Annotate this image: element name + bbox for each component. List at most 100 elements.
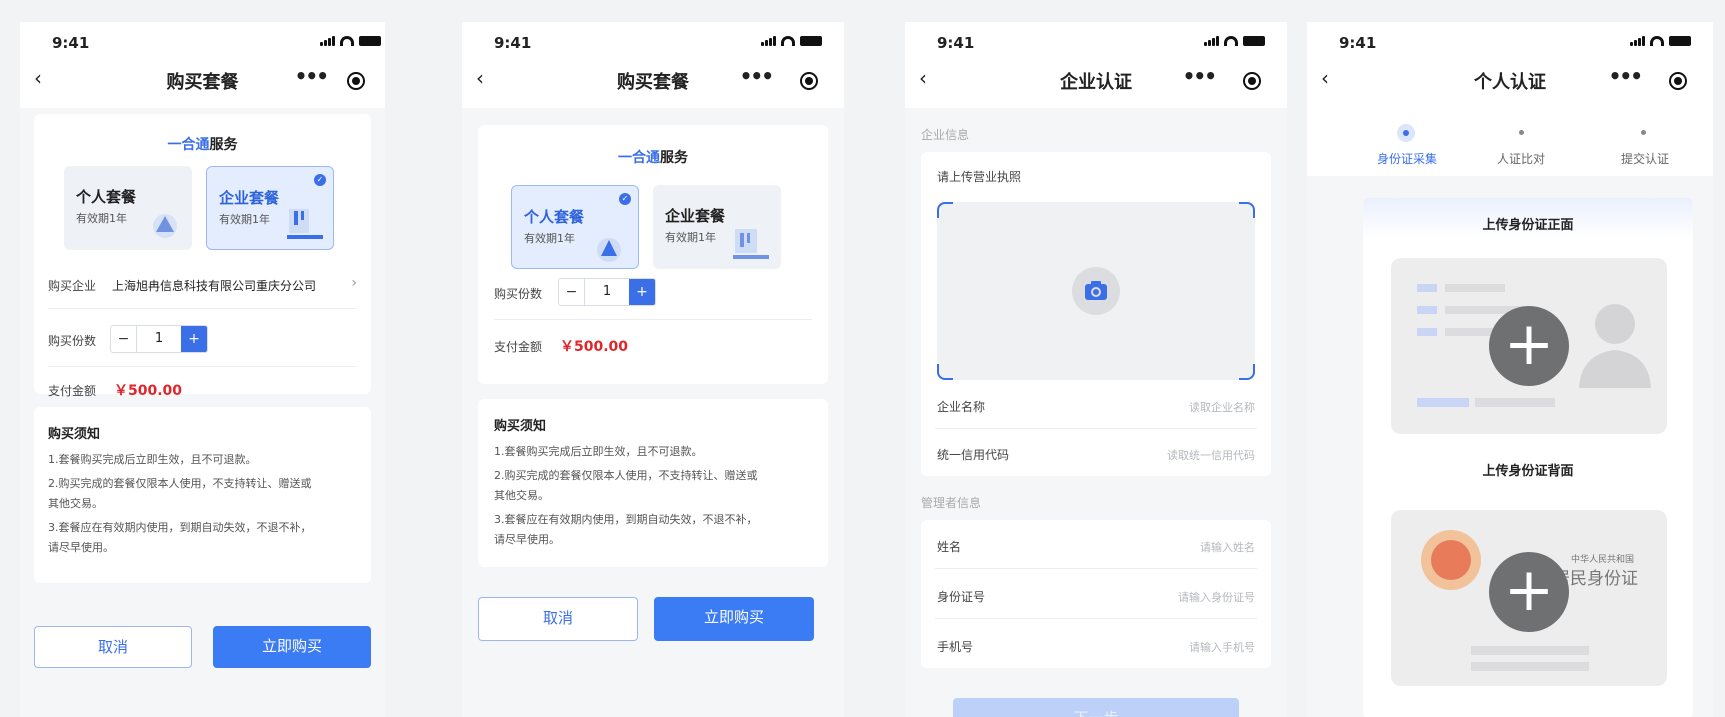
cone-icon [153,214,177,238]
step-face-compare: 人证比对 [1497,152,1546,166]
package-personal[interactable]: 个人套餐 有效期1年 [64,166,192,250]
page-title: 购买套餐 [617,72,689,93]
wifi-icon [1224,36,1238,46]
quantity-stepper: − 1 + [558,278,656,306]
field-label: 手机号 [937,640,974,654]
step-dot [1519,130,1524,135]
pay-amount: ￥500.00 [114,383,183,399]
buy-now-button[interactable]: 立即购买 [654,597,814,641]
notice-line: 其他交易。 [494,489,549,502]
field-label: 姓名 [937,540,962,554]
cancel-button[interactable]: 取消 [478,597,638,641]
package-enterprise[interactable]: 企业套餐 有效期1年 [653,185,781,269]
company-value[interactable]: 上海旭冉信息科技有限公司重庆分公司 [112,277,316,294]
plus-button[interactable]: + [629,279,655,305]
portrait-icon [1579,304,1651,388]
credit-code-field[interactable]: 读取统一信用代码 [1167,447,1255,463]
page-title: 购买套餐 [166,72,239,93]
signal-icon [320,36,335,46]
corner-mark [937,202,953,218]
building-icon [733,229,769,259]
battery-icon [1243,36,1265,46]
quantity-value[interactable]: 1 [585,279,629,305]
capsule-close-icon[interactable] [800,72,818,90]
id-back-upload[interactable]: 中华人民共和国 居民身份证 + [1391,510,1667,686]
field-label: 企业名称 [937,400,986,414]
package-name: 个人套餐 [76,188,137,206]
notice-line: 其他交易。 [48,497,103,510]
notice-line: 3.套餐应在有效期内使用，到期自动失效，不退不补， [48,521,312,534]
chevron-right-icon[interactable]: › [351,275,357,291]
quantity-value[interactable]: 1 [137,326,181,352]
divider [48,308,357,309]
notice-card: 购买须知 1.套餐购买完成后立即生效，且不可退款。 2.购买完成的套餐仅限本人使… [34,407,371,583]
license-upload-area[interactable] [937,202,1255,380]
nav-bar: ‹ 购买套餐 ••• [20,48,385,108]
phone-field[interactable]: 请输入手机号 [1189,639,1255,655]
more-icon[interactable]: ••• [1609,64,1643,88]
minus-button[interactable]: − [111,326,137,352]
page-title: 个人认证 [1474,72,1546,93]
minus-button[interactable]: − [559,279,585,305]
notice-line: 1.套餐购买完成后立即生效，且不可退款。 [494,445,703,458]
more-icon[interactable]: ••• [295,64,329,88]
id-number-field[interactable]: 请输入身份证号 [1178,589,1255,605]
capsule-close-icon[interactable] [347,72,365,90]
plus-button[interactable]: + [181,326,207,352]
divider [494,319,812,320]
package-name: 企业套餐 [665,207,726,225]
check-icon: ✓ [619,193,631,205]
camera-icon[interactable] [1071,266,1121,316]
brand-name: 一合通 [618,150,660,166]
brand-title: 一合通服务 [478,147,828,167]
step-active-dot [1397,124,1415,142]
signal-icon [761,36,776,46]
add-icon[interactable]: + [1489,306,1569,386]
battery-icon [800,36,822,46]
field-label: 身份证号 [937,590,986,604]
cancel-button[interactable]: 取消 [34,626,192,668]
step-dot [1641,130,1646,135]
package-card: 一合通服务 个人套餐 有效期1年 ✓ 企业套餐 有效期1年 购买企业 上海旭冉信… [34,114,371,399]
company-name-field[interactable]: 读取企业名称 [1189,399,1255,415]
package-card: 一合通服务 ✓ 个人套餐 有效期1年 企业套餐 有效期1年 购买份数 − 1 +… [478,125,828,384]
id-front-upload[interactable]: + [1391,258,1667,434]
corner-mark [1239,364,1255,380]
package-validity: 有效期1年 [524,232,575,245]
wifi-icon [781,36,795,46]
divider [935,618,1257,619]
building-icon [287,209,323,239]
screen-personal-auth: 9:41 ‹ 个人认证 ••• 身份证采集 人证比对 提交认证 上传身份证正面 … [1307,22,1713,717]
status-bar: 9:41 [20,22,385,52]
notice-title: 购买须知 [48,427,101,442]
package-personal[interactable]: ✓ 个人套餐 有效期1年 [511,185,639,269]
divider [935,428,1257,429]
admin-info-card: 姓名 请输入姓名 身份证号 请输入身份证号 手机号 请输入手机号 [921,520,1271,668]
back-title: 上传身份证背面 [1482,464,1574,479]
next-button[interactable]: 下一步 [953,698,1239,717]
add-icon[interactable]: + [1489,552,1569,632]
more-icon[interactable]: ••• [740,64,774,88]
section-admin-info: 管理者信息 [921,496,982,510]
signal-icon [1204,36,1219,46]
step-id-capture: 身份证采集 [1377,152,1438,166]
upload-label: 请上传营业执照 [937,170,1022,184]
status-bar: 9:41 [1307,22,1713,52]
capsule-close-icon[interactable] [1669,72,1687,90]
divider [935,568,1257,569]
nav-bar: ‹ 企业认证 ••• [905,48,1287,108]
check-icon: ✓ [314,174,326,186]
wifi-icon [340,36,354,46]
package-enterprise[interactable]: ✓ 企业套餐 有效期1年 [206,166,334,250]
name-field[interactable]: 请输入姓名 [1200,539,1255,555]
more-icon[interactable]: ••• [1183,64,1217,88]
notice-line: 请尽早使用。 [48,541,114,554]
notice-card: 购买须知 1.套餐购买完成后立即生效，且不可退款。 2.购买完成的套餐仅限本人使… [478,399,828,567]
company-info-card: 请上传营业执照 企业名称 读取企业名称 统一信用代码 读取统一信用代码 [921,152,1271,476]
buy-now-button[interactable]: 立即购买 [213,626,371,668]
quantity-label: 购买份数 [494,287,543,301]
brand-name: 一合通 [167,137,210,153]
capsule-close-icon[interactable] [1243,72,1261,90]
divider [48,366,357,367]
screen-buy-package-personal: 9:41 ‹ 购买套餐 ••• 一合通服务 ✓ 个人套餐 有效期1年 企业套餐 … [462,22,844,717]
